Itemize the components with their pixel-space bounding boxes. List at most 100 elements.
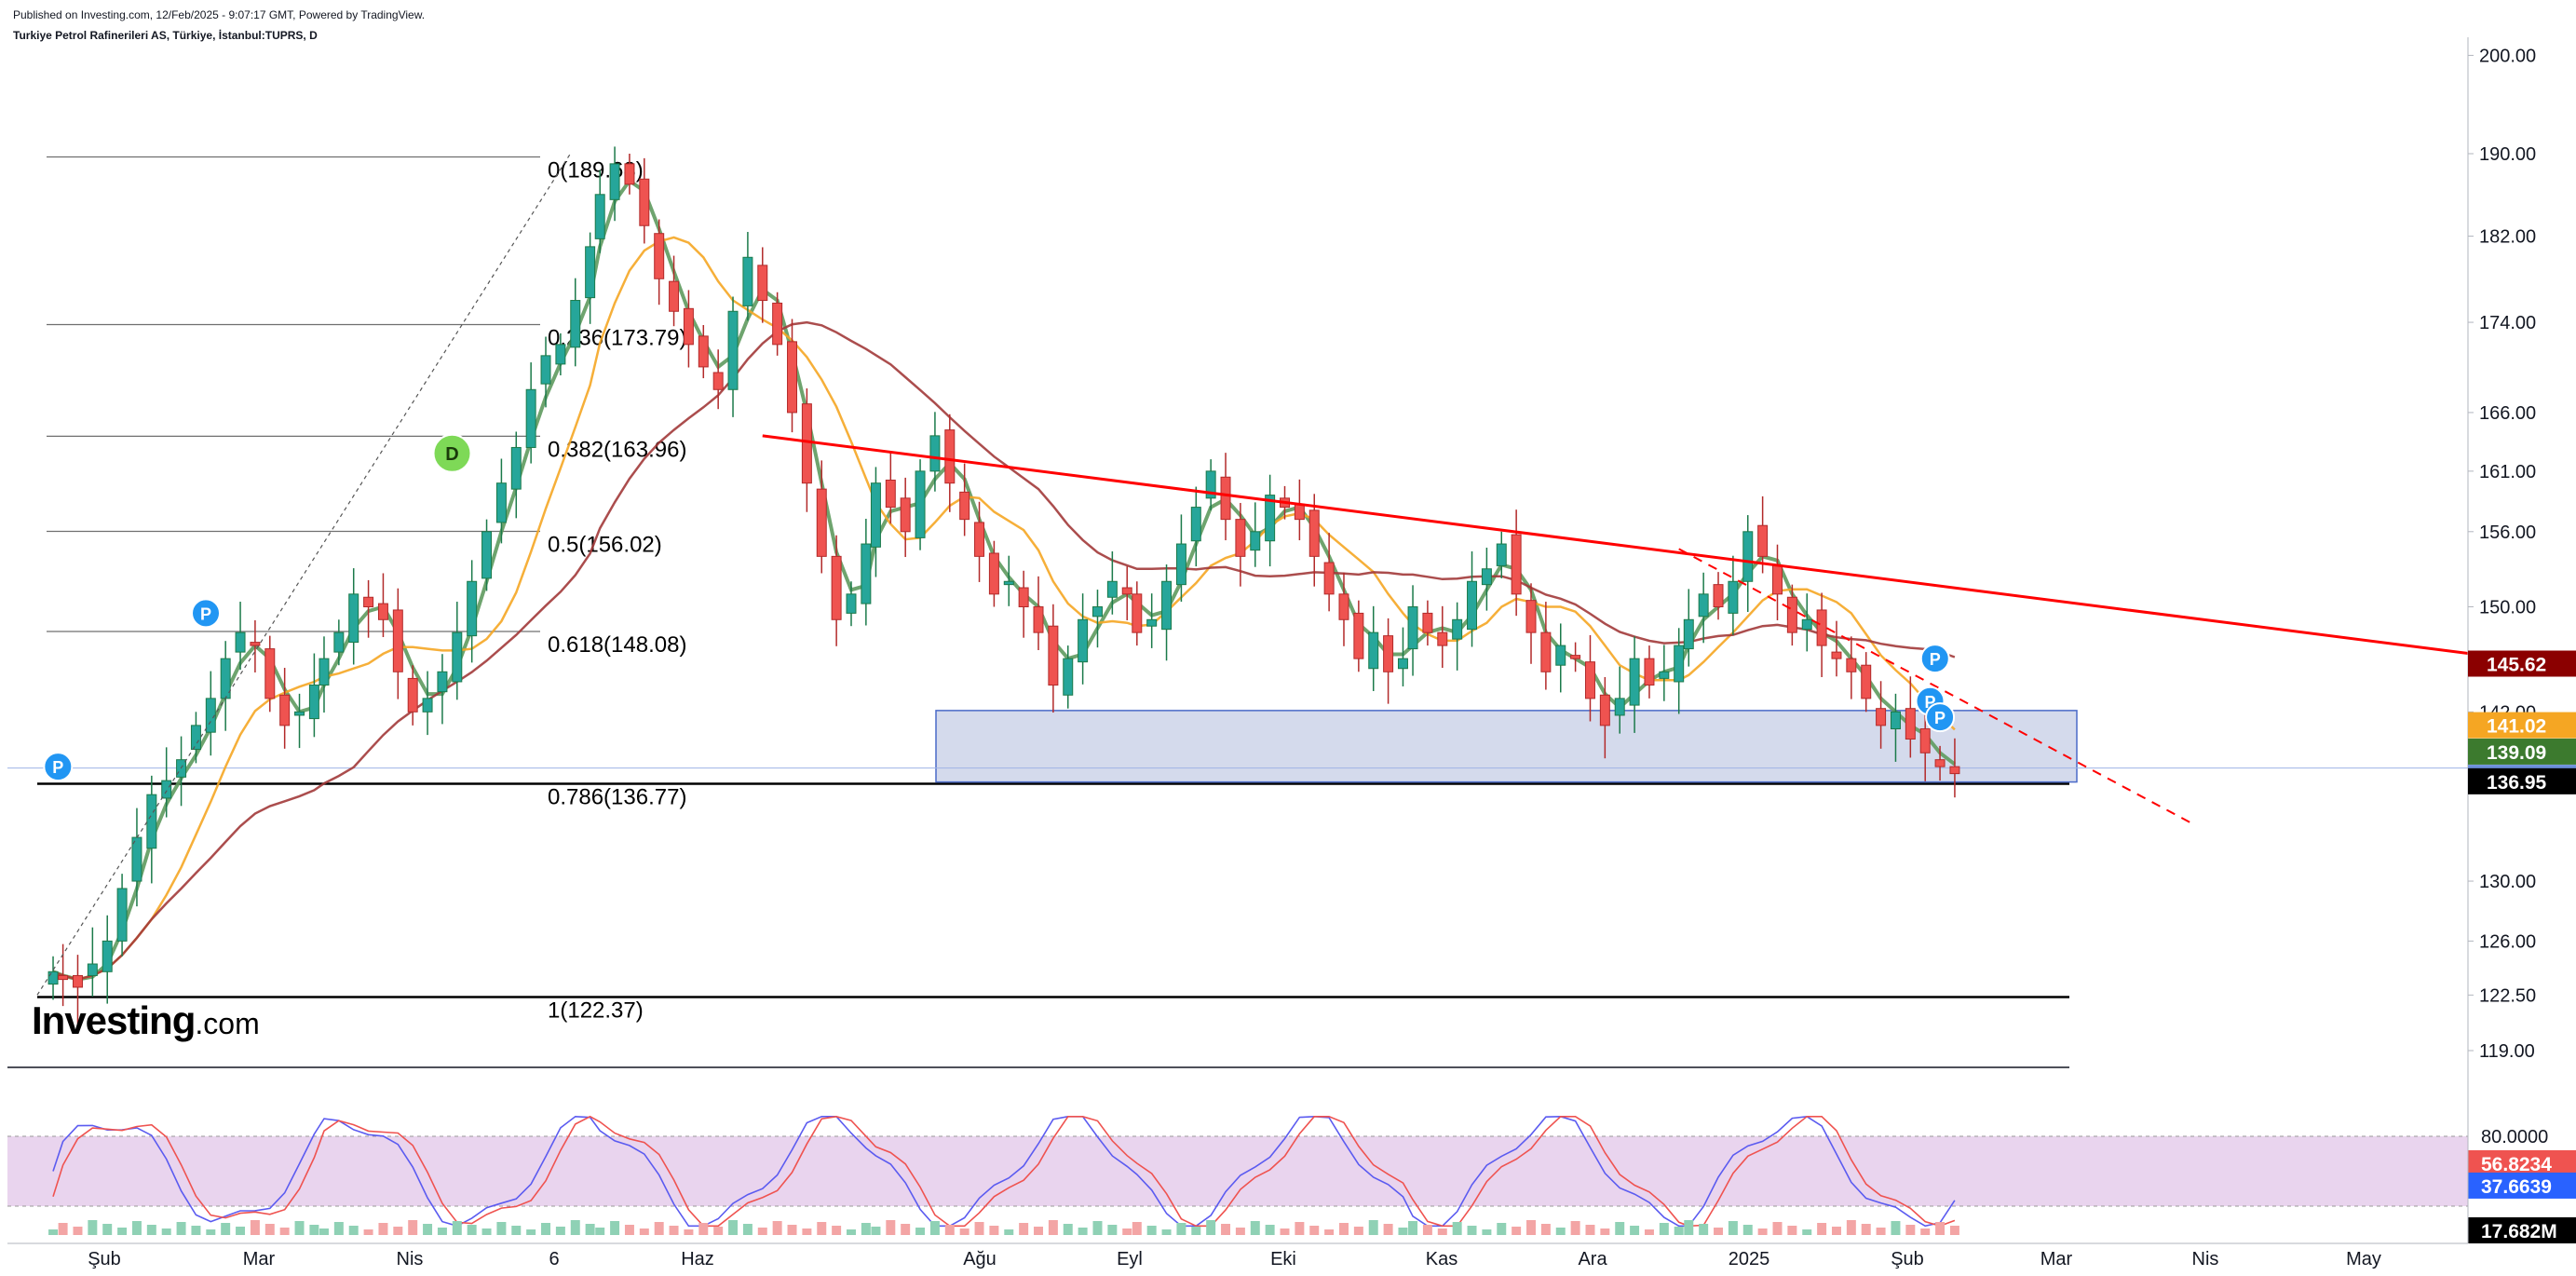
candle bbox=[831, 535, 842, 646]
candle-body bbox=[333, 631, 345, 653]
candle bbox=[1397, 627, 1408, 686]
volume-bar bbox=[1728, 1221, 1738, 1235]
volume-bar bbox=[1280, 1228, 1290, 1235]
price-tick-label: 200.00 bbox=[2479, 46, 2536, 66]
candle bbox=[1353, 600, 1364, 672]
logo-brand: Investing bbox=[32, 998, 196, 1042]
price-tick-label: 130.00 bbox=[2479, 872, 2536, 892]
candle-body bbox=[540, 355, 551, 385]
volume-bar bbox=[847, 1229, 856, 1235]
candle bbox=[205, 671, 216, 756]
volume-bar bbox=[929, 1221, 940, 1235]
volume-bar bbox=[713, 1227, 724, 1235]
candle-body bbox=[1078, 618, 1089, 663]
candle-body bbox=[1220, 476, 1231, 521]
volume-bar bbox=[1019, 1223, 1029, 1235]
candle bbox=[1437, 605, 1448, 669]
volume-bar bbox=[1772, 1222, 1783, 1235]
candle bbox=[757, 247, 768, 323]
candle bbox=[861, 518, 872, 626]
volume-bar bbox=[452, 1221, 462, 1235]
volume-bar bbox=[294, 1221, 305, 1235]
candle bbox=[348, 568, 359, 665]
stochastic-panel: 80.0000 56.823437.6639 17.682M bbox=[7, 1115, 2576, 1243]
volume-bar bbox=[1644, 1229, 1654, 1235]
candle bbox=[319, 636, 330, 713]
candle-body bbox=[1383, 635, 1394, 672]
candle-body bbox=[727, 310, 739, 390]
volume-bar bbox=[698, 1223, 709, 1235]
volume-bar bbox=[1034, 1227, 1044, 1235]
candle bbox=[727, 296, 739, 417]
volume-bar bbox=[1935, 1222, 1946, 1235]
candle bbox=[1407, 585, 1418, 676]
volume-bar bbox=[1206, 1220, 1216, 1235]
candle-body bbox=[1555, 645, 1566, 666]
candle bbox=[1078, 593, 1089, 685]
volume-bar bbox=[886, 1220, 896, 1235]
candle-body bbox=[1683, 618, 1694, 650]
volume-bar bbox=[1684, 1220, 1694, 1235]
candle bbox=[1250, 502, 1261, 567]
candle-body bbox=[1876, 708, 1887, 726]
candle bbox=[885, 451, 896, 524]
candle-body bbox=[555, 344, 566, 365]
candle-body bbox=[72, 974, 83, 988]
volume-bar bbox=[1787, 1226, 1797, 1235]
candle bbox=[131, 808, 142, 907]
candle bbox=[1584, 634, 1595, 722]
candle bbox=[308, 653, 319, 738]
fib-label: 0.5(156.02) bbox=[548, 533, 662, 558]
candle-body bbox=[772, 302, 783, 346]
candle-body bbox=[1772, 564, 1783, 595]
price-tick-label: 166.00 bbox=[2479, 403, 2536, 424]
candle-body bbox=[1890, 711, 1901, 730]
volume-bar bbox=[1250, 1221, 1260, 1235]
candle bbox=[1772, 544, 1783, 620]
volume-bar bbox=[117, 1228, 128, 1235]
candle bbox=[816, 460, 827, 574]
candle-body bbox=[624, 163, 635, 185]
candle bbox=[944, 414, 956, 512]
volume-bar bbox=[1437, 1228, 1447, 1235]
candle-body bbox=[1540, 631, 1552, 672]
candle-body bbox=[1742, 531, 1754, 582]
candle-body bbox=[1353, 612, 1364, 659]
candle-body bbox=[831, 555, 842, 620]
candle-body bbox=[1570, 655, 1581, 659]
volume-bar bbox=[221, 1223, 231, 1235]
support-zone bbox=[7, 710, 2468, 783]
candle-body bbox=[1437, 631, 1448, 646]
volume-bar bbox=[1176, 1223, 1186, 1235]
candle bbox=[1786, 584, 1797, 646]
candle bbox=[772, 292, 783, 356]
candle-body bbox=[1728, 580, 1739, 614]
volume-bar bbox=[1757, 1228, 1768, 1235]
candle-body bbox=[146, 794, 157, 849]
volume-bar bbox=[467, 1225, 477, 1235]
candle-body bbox=[698, 335, 709, 368]
volume-bar bbox=[654, 1222, 664, 1235]
candle bbox=[422, 671, 433, 736]
candle-body bbox=[363, 596, 374, 608]
volume-bar bbox=[1802, 1229, 1812, 1235]
volume-bar bbox=[817, 1222, 827, 1235]
volume-bar bbox=[1132, 1222, 1142, 1235]
volume-bar bbox=[871, 1227, 881, 1235]
volume-bar bbox=[1398, 1228, 1408, 1235]
volume-bar bbox=[1107, 1225, 1118, 1235]
candle bbox=[190, 712, 201, 764]
candle-body bbox=[1698, 593, 1709, 618]
candle-body bbox=[1861, 664, 1872, 699]
stochastic-label-text: 56.8234 bbox=[2481, 1154, 2552, 1175]
price-chart[interactable]: 0(189.68)0.236(173.79)0.382(163.96)0.5(1… bbox=[0, 0, 2576, 1276]
volume-bar bbox=[742, 1224, 752, 1235]
volume-bar bbox=[585, 1224, 595, 1235]
candle-body bbox=[58, 974, 69, 981]
volume-bar bbox=[1891, 1221, 1901, 1235]
volume-bar bbox=[1408, 1221, 1418, 1235]
candle-body bbox=[161, 780, 172, 799]
candle bbox=[1033, 576, 1044, 651]
candlesticks bbox=[47, 146, 1960, 1025]
candle-body bbox=[1308, 509, 1320, 557]
